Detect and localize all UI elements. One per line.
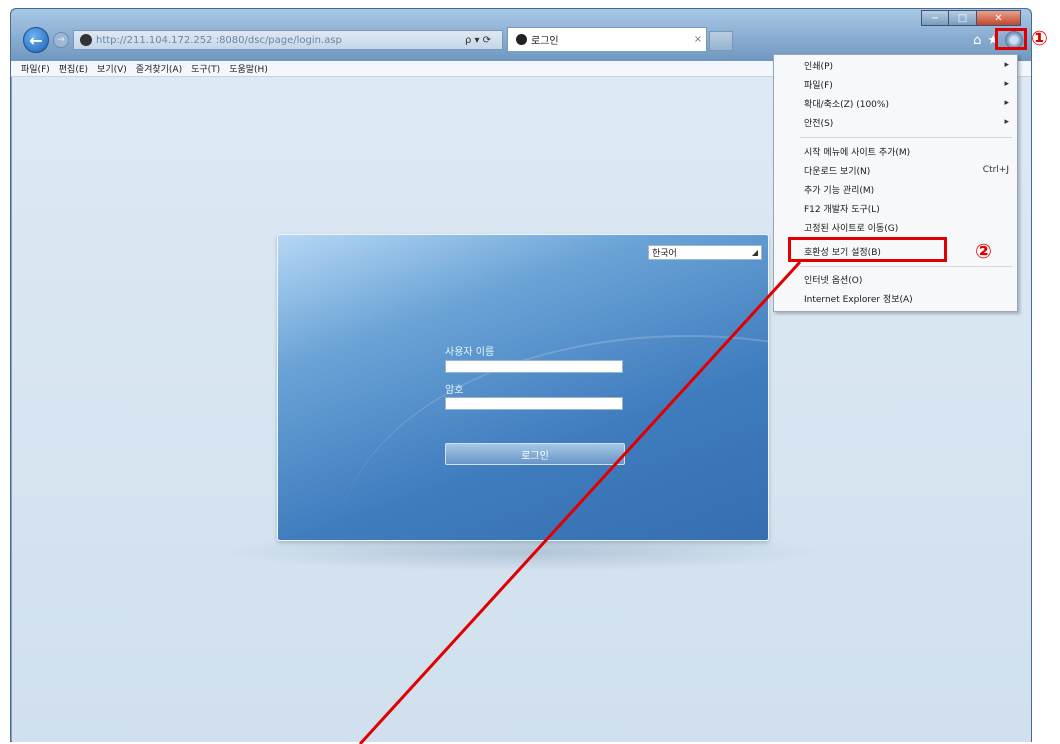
menu-item-f12-dev-tools[interactable]: F12 개발자 도구(L) <box>804 202 1009 215</box>
menu-item-label: 다운로드 보기(N) <box>804 166 871 177</box>
globe-icon <box>80 34 92 46</box>
submenu-arrow-icon: ▸ <box>1004 79 1009 89</box>
menu-item-label: 파일(F) <box>804 80 833 91</box>
submenu-arrow-icon: ▸ <box>1004 60 1009 70</box>
menu-help[interactable]: 도움말(H) <box>229 62 268 75</box>
menu-item-label: Internet Explorer 정보(A) <box>804 294 913 305</box>
menu-separator <box>800 137 1012 138</box>
globe-icon <box>516 34 527 45</box>
dropdown-arrow-icon: ◢ <box>751 248 759 257</box>
submenu-arrow-icon: ▸ <box>1004 117 1009 127</box>
menu-item-label: 인쇄(P) <box>804 61 834 72</box>
forward-arrow-icon[interactable]: → <box>53 32 69 48</box>
annotation-gear-highlight <box>995 28 1027 50</box>
annotation-step-1: ① <box>1031 26 1048 50</box>
minimize-button[interactable]: − <box>921 10 949 26</box>
menu-item-about-ie[interactable]: Internet Explorer 정보(A) <box>804 292 1009 305</box>
menu-item-manage-addons[interactable]: 추가 기능 관리(M) <box>804 183 1009 196</box>
menu-item-zoom[interactable]: 확대/축소(Z) (100%) ▸ <box>804 97 1009 110</box>
menu-file[interactable]: 파일(F) <box>21 62 50 75</box>
screenshot: − □ ✕ ← → http://211.104.172.252 :8080/d… <box>0 0 1060 744</box>
window-controls: − □ ✕ <box>921 10 1021 26</box>
annotation-step-2: ② <box>975 239 992 263</box>
language-select[interactable]: 한국어 ◢ <box>648 245 762 260</box>
menu-item-label: 인터넷 옵션(O) <box>804 275 863 286</box>
language-value: 한국어 <box>652 249 677 259</box>
home-icon[interactable]: ⌂ <box>973 33 981 48</box>
tab-title: 로그인 <box>531 36 559 47</box>
menu-item-label: 안전(S) <box>804 118 834 129</box>
tools-dropdown-menu: 인쇄(P) ▸ 파일(F) ▸ 확대/축소(Z) (100%) ▸ 안전(S) ▸ 시작… <box>773 54 1018 312</box>
tab-close-icon[interactable]: × <box>690 34 706 45</box>
username-label: 사용자 이름 <box>445 347 495 358</box>
menu-item-internet-options[interactable]: 인터넷 옵션(O) <box>804 273 1009 286</box>
submenu-arrow-icon: ▸ <box>1004 98 1009 108</box>
username-input[interactable] <box>445 360 623 373</box>
close-button[interactable]: ✕ <box>977 10 1021 26</box>
login-button[interactable]: 로그인 <box>445 443 625 465</box>
menu-item-pinned-sites[interactable]: 고정된 사이트로 이동(G) <box>804 221 1009 234</box>
password-input[interactable] <box>445 397 623 410</box>
address-url[interactable]: http://211.104.172.252 :8080/dsc/page/lo… <box>96 35 454 46</box>
menu-item-label: F12 개발자 도구(L) <box>804 204 880 215</box>
menu-item-view-downloads[interactable]: 다운로드 보기(N) Ctrl+J <box>804 164 1009 177</box>
menu-edit[interactable]: 편집(E) <box>59 62 88 75</box>
new-tab-button[interactable] <box>709 31 733 51</box>
menu-item-safety[interactable]: 안전(S) ▸ <box>804 116 1009 129</box>
menu-item-print[interactable]: 인쇄(P) ▸ <box>804 59 1009 72</box>
menu-tools[interactable]: 도구(T) <box>191 62 220 75</box>
menu-separator <box>800 266 1012 267</box>
tab-login[interactable]: 로그인 × <box>507 27 707 51</box>
menu-item-label: 고정된 사이트로 이동(G) <box>804 223 899 234</box>
menu-item-label: 시작 메뉴에 사이트 추가(M) <box>804 147 911 158</box>
menu-view[interactable]: 보기(V) <box>97 62 127 75</box>
menu-item-shortcut: Ctrl+J <box>982 165 1009 175</box>
menu-item-label: 확대/축소(Z) (100%) <box>804 99 889 110</box>
login-panel: 한국어 ◢ 사용자 이름 암호 로그인 <box>277 234 769 541</box>
maximize-button[interactable]: □ <box>949 10 977 26</box>
address-bar[interactable]: http://211.104.172.252 :8080/dsc/page/lo… <box>73 30 503 50</box>
annotation-menu-highlight <box>788 237 947 262</box>
menu-item-file[interactable]: 파일(F) ▸ <box>804 78 1009 91</box>
menu-item-label: 추가 기능 관리(M) <box>804 185 875 196</box>
back-arrow-icon[interactable]: ← <box>23 27 49 53</box>
address-tools[interactable]: ρ ▾ ⟳ <box>454 35 502 46</box>
password-label: 암호 <box>445 385 464 396</box>
menu-item-add-site-to-start[interactable]: 시작 메뉴에 사이트 추가(M) <box>804 145 1009 158</box>
menu-favorites[interactable]: 즐겨찾기(A) <box>136 62 182 75</box>
